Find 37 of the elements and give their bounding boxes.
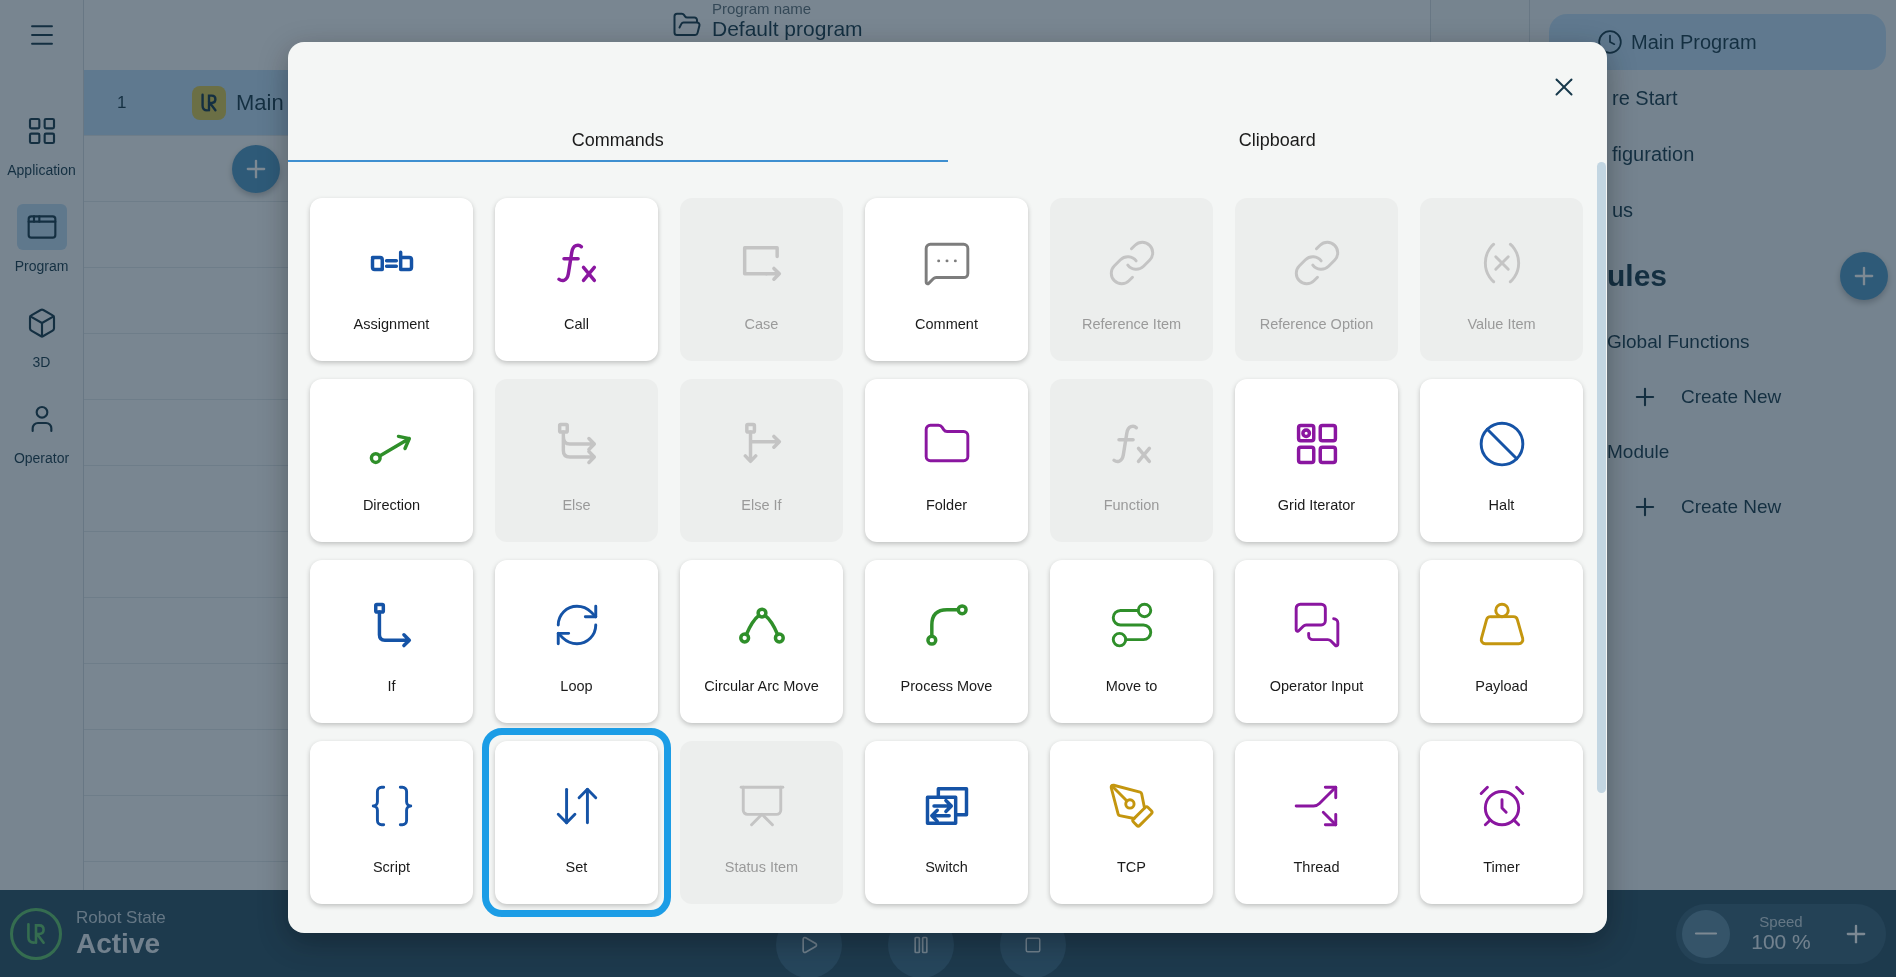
command-card[interactable]: Assignment: [310, 198, 473, 361]
program-name: Default program: [712, 17, 863, 40]
tab[interactable]: Clipboard: [947, 120, 1607, 162]
command-card[interactable]: Set: [482, 728, 671, 917]
command-card[interactable]: Switch: [865, 741, 1028, 904]
command-card[interactable]: Comment: [865, 198, 1028, 361]
command-card[interactable]: Halt: [1420, 379, 1583, 542]
command-card[interactable]: Script: [310, 741, 473, 904]
command-card[interactable]: Thread: [1235, 741, 1398, 904]
robot-state-caption: Robot State: [76, 907, 167, 928]
tab[interactable]: Commands: [288, 120, 948, 162]
sidebar-item[interactable]: 3D: [0, 294, 84, 376]
program-name-caption: Program name: [712, 0, 813, 17]
sidebar-item[interactable]: Application: [0, 102, 84, 184]
command-card[interactable]: Move to: [1050, 560, 1213, 723]
command-card[interactable]: Timer: [1420, 741, 1583, 904]
command-card[interactable]: Call: [495, 198, 658, 361]
command-card[interactable]: Payload: [1420, 560, 1583, 723]
command-card[interactable]: Direction: [310, 379, 473, 542]
sidebar-item[interactable]: Program: [0, 198, 84, 280]
group-label: Module: [1606, 440, 1671, 464]
section-title: ules: [1607, 259, 1668, 293]
command-card[interactable]: Loop: [495, 560, 658, 723]
command-card[interactable]: Operator Input: [1235, 560, 1398, 723]
command-card[interactable]: Grid Iterator: [1235, 379, 1398, 542]
command-card[interactable]: Process Move: [865, 560, 1028, 723]
command-card[interactable]: TCP: [1050, 741, 1213, 904]
row-number: 1: [117, 92, 128, 113]
tree-label: Main: [236, 89, 284, 116]
speed-caption: Speed: [1759, 913, 1803, 930]
speed-value: 100 %: [1751, 930, 1811, 954]
command-card[interactable]: If: [310, 560, 473, 723]
sidebar-item[interactable]: Operator: [0, 390, 84, 472]
robot-state-value: Active: [76, 927, 162, 960]
command-card[interactable]: Circular Arc Move: [680, 560, 843, 723]
group-label: Global Functions: [1606, 330, 1751, 354]
command-card[interactable]: Folder: [865, 379, 1028, 542]
